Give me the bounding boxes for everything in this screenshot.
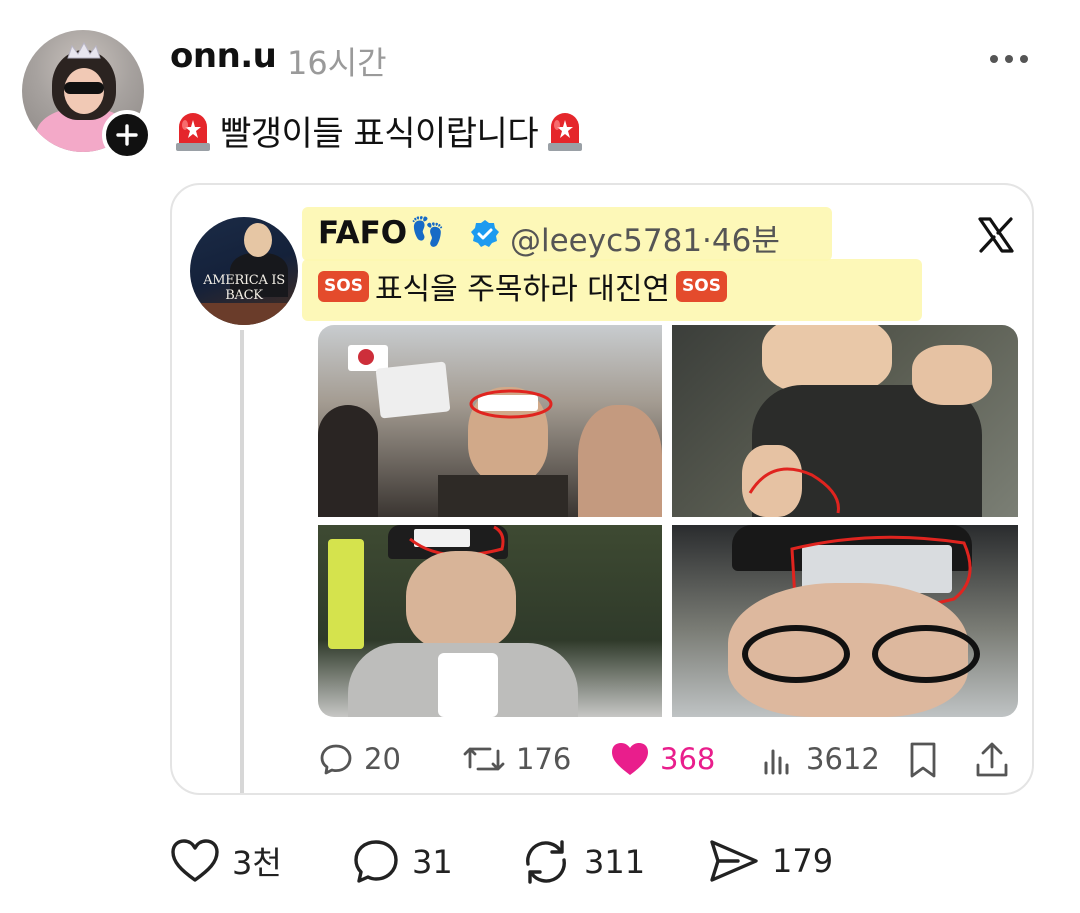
reply-count: 31 (412, 843, 453, 881)
post-time: 16시간 (287, 44, 387, 82)
glasses-left (742, 625, 850, 683)
quoted-repost-count: 176 (516, 742, 572, 776)
verified-icon (471, 220, 499, 247)
like-button[interactable]: 3천 (170, 838, 282, 884)
repost-count: 311 (584, 843, 646, 881)
quoted-reply-button[interactable]: 20 (318, 741, 401, 777)
quoted-post-card[interactable]: AMERICA IS BACK FAFO 👣 @leeyc5781·46분 SO… (170, 183, 1034, 795)
quoted-text-row: SOS 표식을 주목하라 대진연 SOS (318, 265, 727, 307)
username[interactable]: onn.u (170, 36, 277, 76)
reply-icon (354, 840, 398, 883)
plus-icon (116, 124, 138, 146)
post-text: 빨갱이들 표식이랍니다 (220, 113, 539, 154)
quoted-views-count: 3612 (806, 742, 880, 776)
repost-button[interactable]: 311 (520, 838, 645, 886)
x-logo-icon[interactable] (976, 215, 1016, 255)
follow-button[interactable] (102, 110, 152, 160)
reply-button[interactable]: 31 (352, 838, 453, 886)
sos-badge: SOS (676, 270, 727, 302)
share-icon (976, 742, 1008, 777)
annotation-circle (469, 389, 553, 419)
send-button[interactable]: 179 (708, 838, 833, 884)
more-icon (990, 55, 998, 63)
more-icon (1005, 55, 1013, 63)
siren-icon (176, 113, 210, 151)
quoted-bookmark-button[interactable] (906, 741, 940, 779)
hand-shape (912, 345, 992, 405)
like-count: 3천 (232, 844, 282, 882)
footprints-icon: 👣 (410, 215, 445, 248)
time-separator: · (702, 223, 712, 259)
shirt-shape (438, 475, 568, 517)
quoted-repost-button[interactable]: 176 (462, 741, 571, 777)
more-icon (1020, 55, 1028, 63)
annotation-circle (748, 467, 840, 514)
repost-icon (463, 747, 505, 771)
more-options-button[interactable] (990, 52, 1034, 66)
quoted-avatar[interactable]: AMERICA IS BACK (190, 217, 298, 325)
quoted-views-button[interactable]: 3612 (760, 741, 880, 777)
tiara-icon (67, 42, 101, 59)
face-shape (406, 551, 516, 651)
photo-grid[interactable] (318, 325, 1018, 717)
photo-2[interactable] (672, 325, 1018, 517)
repost-icon (526, 840, 566, 884)
protest-sign (375, 361, 451, 419)
quoted-share-button[interactable] (974, 741, 1010, 779)
avatar-sunglasses-shape (64, 82, 104, 94)
quoted-handle[interactable]: @leeyc5781 (510, 223, 702, 259)
views-icon (764, 749, 789, 775)
flag-emblem (358, 349, 374, 365)
glasses-right (872, 625, 980, 683)
post-text-row: 빨갱이들 표식이랍니다 (170, 104, 588, 156)
quoted-avatar-stripe (190, 303, 298, 325)
bookmark-icon (910, 742, 936, 778)
share-count: 179 (772, 842, 834, 880)
siren-icon (548, 113, 583, 151)
quoted-reply-count: 20 (364, 742, 401, 776)
quoted-handle-row: @leeyc5781·46분 (510, 215, 780, 260)
photo-3[interactable] (318, 525, 662, 717)
quoted-avatar-caption: AMERICA IS BACK (203, 273, 285, 303)
quoted-like-count: 368 (660, 742, 716, 776)
sos-badge: SOS (318, 270, 369, 302)
person-silhouette (318, 405, 378, 517)
quoted-name[interactable]: FAFO (318, 215, 407, 251)
face-shape (578, 405, 662, 517)
tshirt-shape (438, 653, 498, 717)
reply-icon (320, 744, 352, 775)
thread-line (240, 330, 244, 793)
quoted-text: 표식을 주목하라 대진연 (374, 272, 671, 307)
send-icon (710, 840, 758, 882)
vest-shape (328, 539, 364, 649)
quoted-like-button[interactable]: 368 (610, 741, 715, 777)
quoted-avatar-head-shape (244, 223, 272, 257)
quoted-time: 46분 (711, 223, 780, 259)
heart-icon (612, 743, 648, 775)
photo-4[interactable] (672, 525, 1018, 717)
photo-1[interactable] (318, 325, 662, 517)
heart-icon (171, 839, 219, 882)
